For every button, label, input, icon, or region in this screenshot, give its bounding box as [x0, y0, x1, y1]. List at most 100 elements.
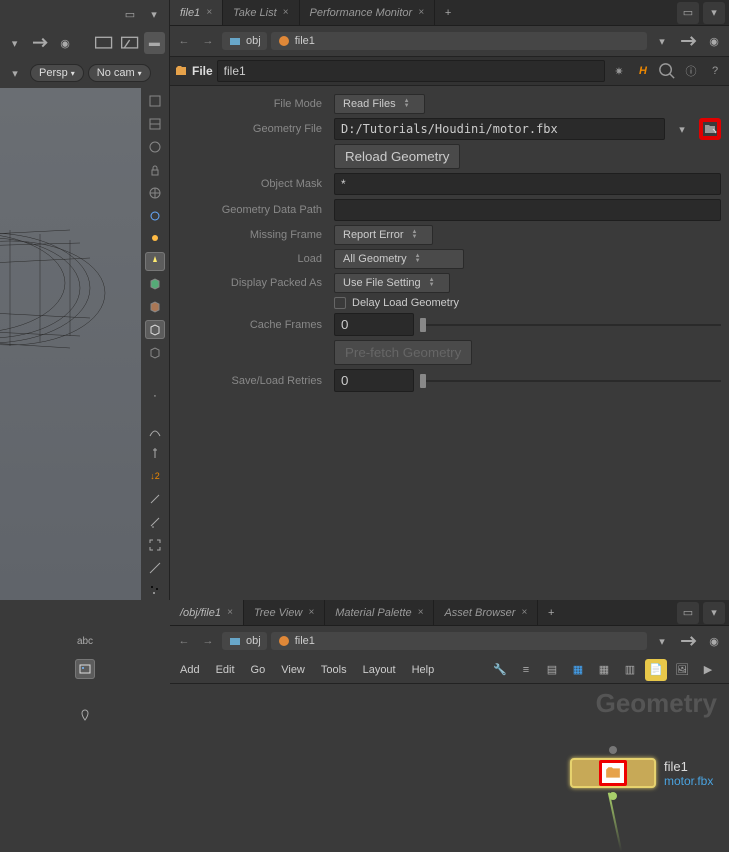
gear-icon[interactable]: ✷: [609, 61, 629, 81]
wire-icon[interactable]: [145, 343, 165, 362]
close-icon[interactable]: ×: [227, 607, 233, 618]
dropdown-icon[interactable]: ▾: [4, 32, 25, 54]
geo-file-dropdown-icon[interactable]: ▾: [671, 118, 693, 140]
packed-select[interactable]: Use File Setting ▲▼: [334, 273, 450, 293]
tab-tree-view[interactable]: Tree View ×: [244, 600, 325, 625]
add-tab-button[interactable]: +: [538, 600, 564, 625]
tab-objfile1[interactable]: /obj/file1 ×: [170, 600, 244, 625]
tab-take-list[interactable]: Take List ×: [223, 0, 299, 25]
camera-persp-dropdown[interactable]: Persp ▾: [30, 64, 84, 82]
shelf2-icon[interactable]: [119, 32, 140, 54]
network-canvas[interactable]: Geometry file1 motor.fbx: [170, 684, 729, 852]
line-icon[interactable]: [145, 558, 165, 577]
missing-frame-select[interactable]: Report Error ▲▼: [334, 225, 433, 245]
browse-file-button[interactable]: [699, 118, 721, 140]
obj-mask-input[interactable]: [334, 173, 721, 195]
close-icon[interactable]: ×: [308, 607, 314, 618]
freeze-icon[interactable]: [145, 206, 165, 225]
table-icon[interactable]: ▥: [619, 659, 641, 681]
tab-asset-browser[interactable]: Asset Browser ×: [434, 600, 538, 625]
menu-layout[interactable]: Layout: [363, 664, 396, 676]
back-icon[interactable]: ←: [174, 31, 194, 51]
camera-nocam-dropdown[interactable]: No cam ▾: [88, 64, 151, 82]
i2-icon[interactable]: ↓2: [145, 467, 165, 486]
forward-icon[interactable]: →: [198, 631, 218, 651]
tiles-icon[interactable]: ▦: [593, 659, 615, 681]
follow-icon[interactable]: ◉: [703, 30, 725, 52]
close-icon[interactable]: ×: [418, 7, 424, 18]
path-dropdown-icon[interactable]: ▾: [651, 630, 673, 652]
close-icon[interactable]: ×: [521, 607, 527, 618]
pane-menu-icon[interactable]: ▾: [143, 3, 165, 25]
note-icon[interactable]: 📄: [645, 659, 667, 681]
corners-icon[interactable]: [145, 535, 165, 554]
template-icon[interactable]: [145, 115, 165, 134]
maximize-icon[interactable]: ▭: [677, 602, 699, 624]
list-icon[interactable]: ≡: [515, 659, 537, 681]
houdini-help-icon[interactable]: H: [633, 61, 653, 81]
marker-icon[interactable]: [75, 705, 95, 725]
display-option-icon[interactable]: [145, 92, 165, 111]
rows-icon[interactable]: ▤: [541, 659, 563, 681]
brush-icon[interactable]: [145, 490, 165, 509]
close-icon[interactable]: ×: [283, 7, 289, 18]
pin2-icon[interactable]: [145, 444, 165, 463]
wire-shaded-icon[interactable]: [145, 320, 165, 339]
search-icon[interactable]: [657, 61, 677, 81]
forward-icon[interactable]: →: [198, 31, 218, 51]
path-seg-obj[interactable]: obj: [222, 632, 267, 650]
load-select[interactable]: All Geometry ▲▼: [334, 249, 464, 269]
reload-geometry-button[interactable]: Reload Geometry: [334, 144, 460, 169]
file-mode-select[interactable]: Read Files ▲▼: [334, 94, 425, 114]
grid-icon[interactable]: ▦: [567, 659, 589, 681]
orbit-icon[interactable]: ◉: [54, 32, 75, 54]
pin-view-icon[interactable]: [677, 630, 699, 652]
node-input-connector[interactable]: [609, 746, 617, 754]
path-seg-obj[interactable]: obj: [222, 32, 267, 50]
maximize-icon[interactable]: ▭: [119, 3, 141, 25]
viewport-3d[interactable]: [0, 88, 141, 600]
pane-menu-icon[interactable]: ▾: [703, 602, 725, 624]
shelf-icon[interactable]: [93, 32, 114, 54]
path-dropdown-icon[interactable]: ▾: [651, 30, 673, 52]
tab-perf-monitor[interactable]: Performance Monitor ×: [300, 0, 436, 25]
unknown-dropdown-icon[interactable]: ▾: [4, 62, 26, 84]
retries-input[interactable]: [334, 369, 414, 392]
node-output-connector[interactable]: [609, 792, 617, 800]
menu-go[interactable]: Go: [251, 664, 266, 676]
image2-icon[interactable]: 🖼: [671, 659, 693, 681]
add-tab-button[interactable]: +: [435, 0, 461, 25]
wrench-icon[interactable]: 🔧: [489, 659, 511, 681]
shade-cube-icon[interactable]: [145, 275, 165, 294]
pane-menu-icon[interactable]: ▾: [703, 2, 725, 24]
pin-view-icon[interactable]: [677, 30, 699, 52]
maximize-icon[interactable]: ▭: [677, 2, 699, 24]
rect-icon[interactable]: ▬: [144, 32, 165, 54]
menu-help[interactable]: Help: [412, 664, 435, 676]
path-seg-file1[interactable]: file1: [271, 632, 647, 650]
cache-frames-slider[interactable]: [420, 317, 721, 333]
image-icon[interactable]: [75, 659, 95, 679]
node-name-input[interactable]: [217, 60, 605, 82]
retries-slider[interactable]: [420, 373, 721, 389]
tab-file1[interactable]: file1 ×: [170, 0, 223, 25]
sun-icon[interactable]: [145, 229, 165, 248]
handle-icon[interactable]: ·: [145, 387, 165, 406]
info-icon[interactable]: ⓘ: [681, 61, 701, 81]
data-path-input[interactable]: [334, 199, 721, 221]
shade-cube2-icon[interactable]: [145, 297, 165, 316]
globe-icon[interactable]: [145, 183, 165, 202]
close-icon[interactable]: ×: [418, 607, 424, 618]
close-icon[interactable]: ×: [206, 7, 212, 18]
delay-load-checkbox[interactable]: [334, 297, 346, 309]
lighting-icon[interactable]: [145, 252, 165, 271]
back-icon[interactable]: ←: [174, 631, 194, 651]
menu-add[interactable]: Add: [180, 664, 200, 676]
lock-icon[interactable]: [145, 160, 165, 179]
play-icon[interactable]: ▶: [697, 659, 719, 681]
menu-edit[interactable]: Edit: [216, 664, 235, 676]
follow-icon[interactable]: ◉: [703, 630, 725, 652]
menu-tools[interactable]: Tools: [321, 664, 347, 676]
curve-icon[interactable]: [145, 421, 165, 440]
menu-view[interactable]: View: [281, 664, 305, 676]
